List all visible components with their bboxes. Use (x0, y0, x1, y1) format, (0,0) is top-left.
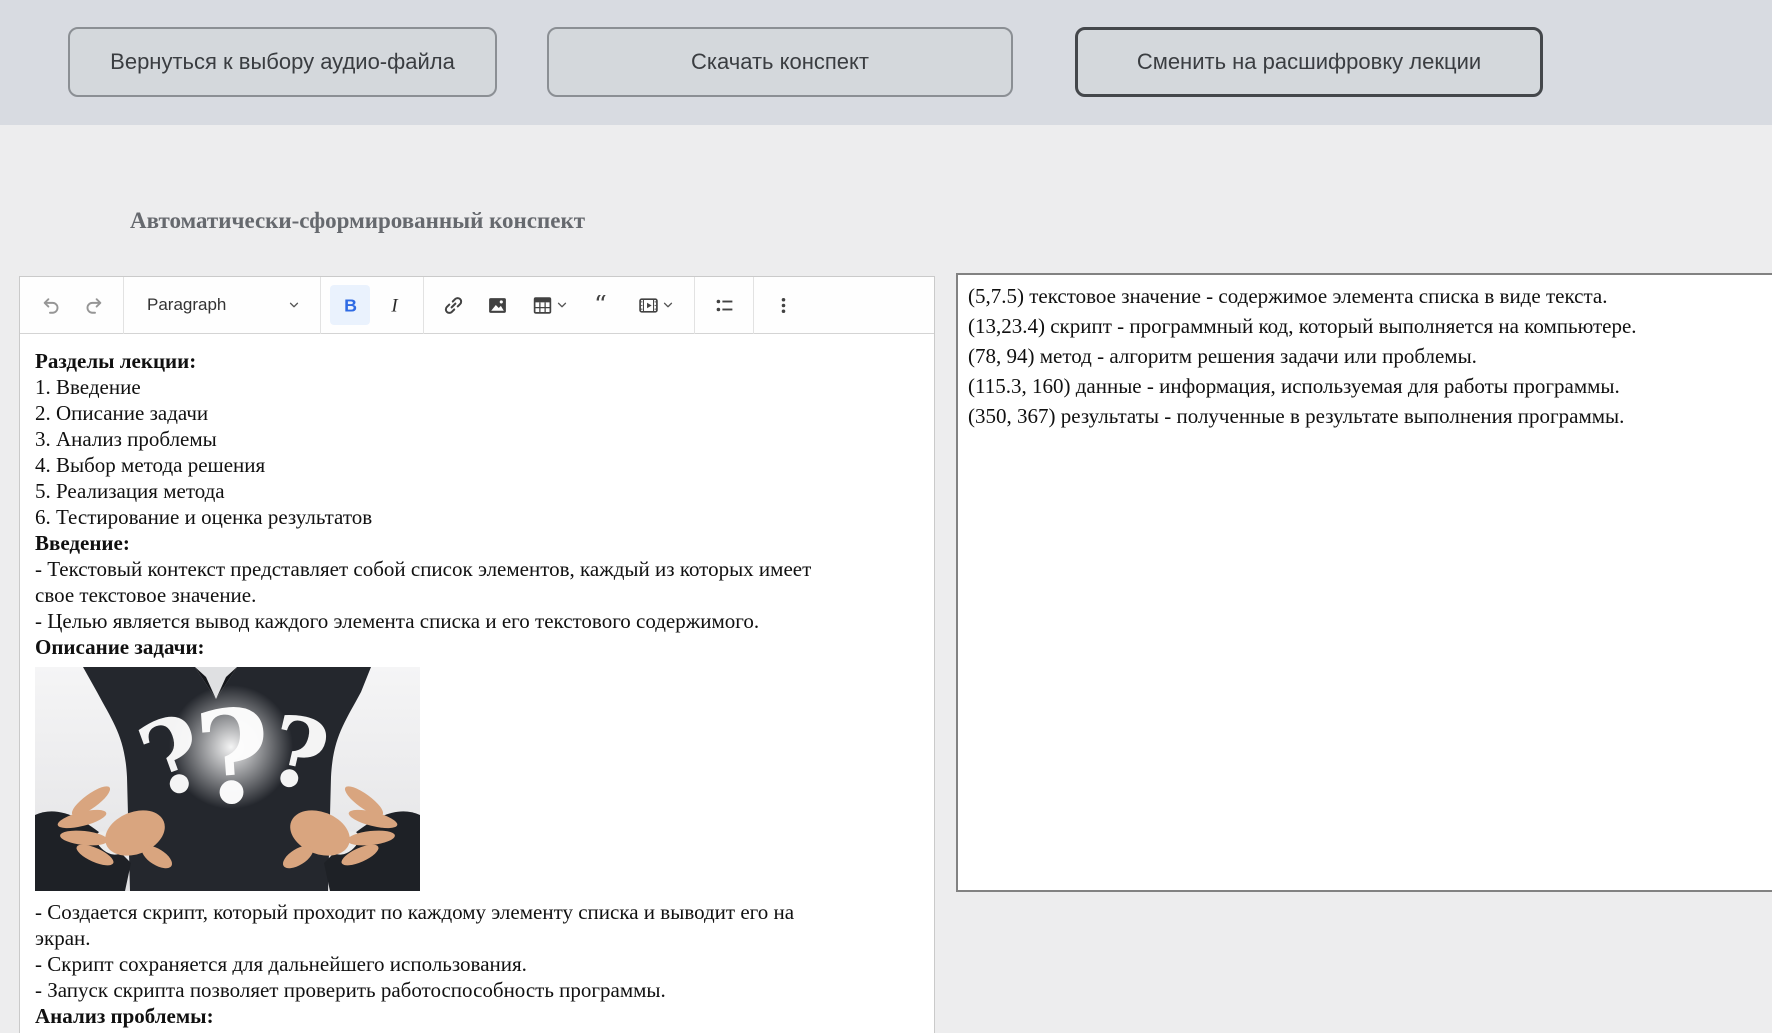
bulleted-list-button[interactable] (704, 285, 744, 325)
italic-icon: I (390, 295, 399, 316)
content-line: - Скрипт сохраняется для дальнейшего исп… (35, 952, 527, 976)
svg-text:?: ? (191, 681, 276, 836)
download-notes-button[interactable]: Скачать конспект (547, 27, 1013, 97)
insert-media-button[interactable] (627, 285, 685, 325)
insert-table-button[interactable] (521, 285, 579, 325)
svg-text:B: B (344, 295, 357, 315)
content-line: 1. Введение (35, 375, 141, 399)
content-line: экран. (35, 926, 91, 950)
undo-icon (43, 297, 58, 314)
editor-content[interactable]: Разделы лекции: 1. Введение 2. Описание за… (20, 334, 934, 1029)
app-screen: Вернуться к выбору аудио-файла Скачать к… (0, 0, 1772, 1033)
content-heading-line: Введение: (35, 531, 130, 555)
toolbar-separator (753, 276, 754, 334)
content-line: 2. Описание задачи (35, 401, 209, 425)
content-line: - Текстовый контекст представляет собой … (35, 557, 812, 581)
svg-text:“: “ (594, 295, 607, 316)
content-line: - Запуск скрипта позволяет проверить раб… (35, 978, 666, 1002)
paragraph-label: Paragraph (147, 295, 227, 314)
more-options-icon (781, 297, 785, 313)
content-line: 3. Анализ проблемы (35, 427, 217, 451)
insert-table-icon (533, 296, 551, 314)
editor-toolbar: Paragraph B I “ (20, 276, 934, 334)
switch-to-transcript-button[interactable]: Сменить на расшифровку лекции (1075, 27, 1543, 97)
page-title: Автоматически-сформированный конспект (130, 208, 586, 233)
undo-button[interactable] (30, 285, 70, 325)
top-action-bar: Вернуться к выбору аудио-файла Скачать к… (0, 0, 1772, 125)
italic-button[interactable]: I (374, 285, 414, 325)
bold-button[interactable]: B (330, 285, 370, 325)
toolbar-separator (694, 276, 695, 334)
svg-text:I: I (390, 295, 399, 316)
redo-icon (86, 297, 101, 314)
content-heading-line: Описание задачи: (35, 635, 205, 659)
insert-media-icon (638, 297, 658, 313)
bulleted-list-icon (716, 299, 732, 311)
content-line: 4. Выбор метода решения (35, 453, 266, 477)
link-icon (444, 296, 462, 314)
rich-text-editor: Paragraph B I “ Разделы лекции: 1. Введение 2… (19, 276, 935, 1033)
back-to-audio-select-button[interactable]: Вернуться к выбору аудио-файла (68, 27, 497, 97)
question-marks-photo: ? ? ? (35, 667, 420, 891)
redo-button[interactable] (74, 285, 114, 325)
bold-icon: B (344, 295, 357, 315)
block-quote-button[interactable]: “ (583, 285, 623, 325)
timestamps-textarea[interactable] (956, 273, 1772, 892)
content-heading-line: Анализ проблемы: (35, 1004, 214, 1028)
content-image-question-marks-photo[interactable]: ? ? ? (35, 667, 420, 891)
content-line: - Создается скрипт, который проходит по … (35, 900, 795, 924)
toolbar-separator (123, 276, 124, 334)
more-options-button[interactable] (763, 285, 803, 325)
paragraph-style-dropdown[interactable]: Paragraph (133, 285, 311, 325)
chevron-down-icon (557, 302, 566, 308)
content-line: - Целью является вывод каждого элемента … (35, 609, 760, 633)
chevron-down-icon (663, 302, 672, 308)
block-quote-icon: “ (594, 295, 607, 316)
content-line: 5. Реализация метода (35, 479, 225, 503)
chevron-down-icon (289, 302, 299, 308)
toolbar-separator (423, 276, 424, 334)
content-line: свое текстовое значение. (35, 583, 257, 607)
link-button[interactable] (433, 285, 473, 325)
content-line: 6. Тестирование и оценка результатов (35, 505, 373, 529)
insert-image-icon (488, 297, 506, 313)
content-heading-line: Разделы лекции: (35, 349, 197, 373)
insert-image-button[interactable] (477, 285, 517, 325)
toolbar-separator (320, 276, 321, 334)
